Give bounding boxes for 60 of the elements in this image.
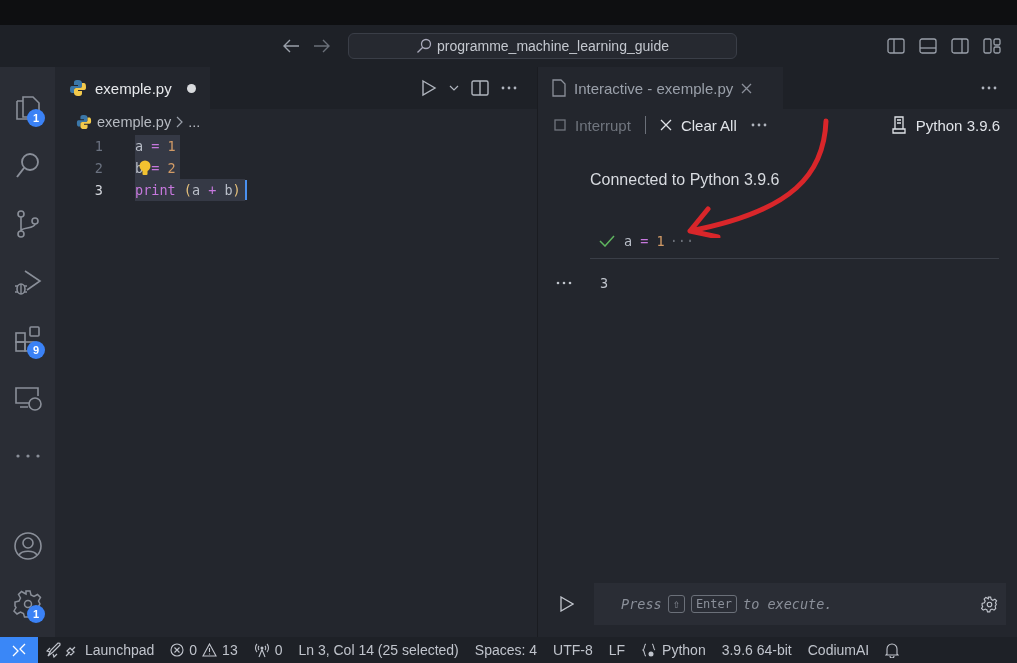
- language-mode-item[interactable]: Python: [633, 637, 714, 663]
- more-icon[interactable]: [750, 123, 767, 127]
- cell-output: 3: [600, 275, 609, 291]
- notification-badge: 9: [27, 341, 45, 359]
- interactive-tab[interactable]: Interactive - exemple.py: [538, 67, 783, 109]
- kernel-icon: [890, 116, 907, 134]
- settings-icon[interactable]: [981, 595, 998, 613]
- problems-item[interactable]: 0 13: [162, 637, 246, 663]
- account-icon[interactable]: [12, 531, 43, 561]
- breadcrumb-item[interactable]: exemple.py: [97, 114, 172, 130]
- close-icon: [659, 119, 672, 131]
- python-file-icon: [69, 79, 87, 97]
- warning-icon: [202, 643, 218, 657]
- settings-icon[interactable]: [12, 589, 43, 619]
- extensions-icon[interactable]: [13, 325, 42, 355]
- run-icon[interactable]: [421, 79, 437, 97]
- chevron-down-icon[interactable]: [449, 85, 459, 91]
- python-file-icon: [76, 114, 92, 130]
- status-item[interactable]: 3.9.6 64-bit: [713, 637, 800, 663]
- cell-code: a = 1: [624, 233, 665, 249]
- launchpad-item[interactable]: Launchpad: [38, 637, 163, 663]
- status-item[interactable]: Spaces: 4: [466, 637, 546, 663]
- panel-toggle-icon[interactable]: [919, 38, 937, 54]
- status-item[interactable]: UTF-8: [545, 637, 601, 663]
- editor-tab[interactable]: exemple.py: [55, 67, 210, 109]
- line-number: 1: [93, 138, 103, 154]
- code-input-field[interactable]: Press ⇧ Enter to execute.: [594, 583, 1006, 625]
- clear-all-button[interactable]: Clear All: [657, 114, 739, 136]
- kernel-picker[interactable]: Python 3.9.6: [888, 114, 1002, 136]
- braces-icon: [641, 642, 658, 658]
- breadcrumb-item[interactable]: ...: [188, 114, 201, 130]
- run-icon[interactable]: [560, 596, 574, 612]
- line-number: 3: [93, 182, 103, 198]
- error-icon: [170, 643, 185, 657]
- ports-item[interactable]: 0: [245, 637, 291, 663]
- more-icon[interactable]: [501, 86, 517, 90]
- more-icon[interactable]: [556, 281, 572, 285]
- antenna-icon: [253, 642, 270, 658]
- split-editor-icon[interactable]: [471, 80, 489, 96]
- search-field[interactable]: programme_machine_learning_guide: [348, 33, 737, 59]
- status-item[interactable]: Ln 3, Col 14 (25 selected): [290, 637, 467, 663]
- status-item[interactable]: CodiumAI: [799, 637, 878, 663]
- files-icon[interactable]: [13, 93, 42, 123]
- layout-icon[interactable]: [983, 38, 1001, 54]
- file-icon: [552, 79, 566, 97]
- secondary-sidebar-icon[interactable]: [951, 38, 969, 54]
- sidebar-toggle-icon[interactable]: [887, 38, 905, 54]
- more-icon[interactable]: [981, 86, 997, 90]
- run-debug-icon[interactable]: [13, 267, 42, 297]
- close-icon[interactable]: [741, 82, 753, 94]
- status-item[interactable]: LF: [600, 637, 634, 663]
- stop-icon: [554, 119, 566, 131]
- notification-badge: 1: [27, 605, 45, 623]
- notification-badge: 1: [27, 109, 45, 127]
- chevron-right-icon: [176, 116, 184, 128]
- back-icon[interactable]: [282, 39, 300, 53]
- forward-icon[interactable]: [313, 39, 331, 53]
- line-number: 2: [93, 160, 103, 176]
- search-icon: [416, 38, 433, 54]
- status-message: Connected to Python 3.9.6: [590, 171, 781, 189]
